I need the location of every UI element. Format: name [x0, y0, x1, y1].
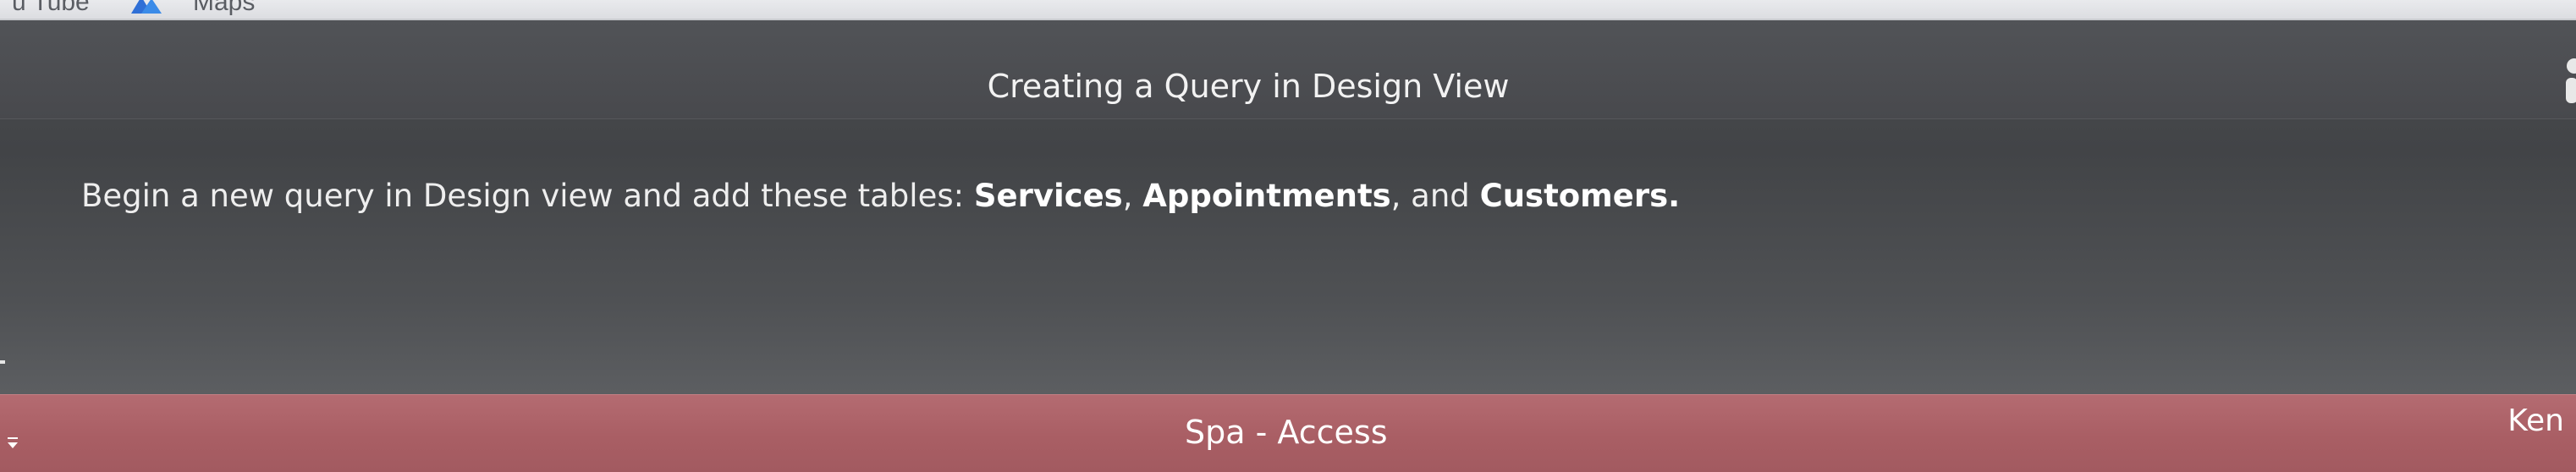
bookmark-maps[interactable]: Maps [193, 0, 255, 17]
table-name-customers: Customers [1479, 178, 1669, 214]
bookmark-youtube[interactable]: u Tube [12, 0, 90, 17]
instruction-period: . [1668, 178, 1681, 214]
browser-bookmarks-bar: u Tube Maps [0, 0, 2576, 20]
edge-mark [0, 360, 5, 364]
maps-icon [131, 0, 162, 14]
table-name-appointments: Appointments [1142, 178, 1391, 214]
customize-quick-access-toolbar-icon[interactable] [5, 434, 20, 453]
instruction-text: Begin a new query in Design view and add… [81, 178, 974, 214]
panel-header: Creating a Query in Design View [0, 20, 2576, 119]
partial-person-icon [2566, 58, 2576, 103]
instruction-panel: Creating a Query in Design View Begin a … [0, 20, 2576, 394]
account-user-name[interactable]: Ken [2507, 403, 2564, 438]
instruction-separator: , [1122, 178, 1143, 214]
panel-title: Creating a Query in Design View [987, 68, 1510, 105]
access-title-bar: Spa - Access Ken [0, 394, 2576, 472]
instruction-separator: , and [1390, 178, 1480, 214]
table-name-services: Services [973, 178, 1123, 214]
window-title: Spa - Access [1185, 414, 1388, 451]
task-instruction: Begin a new query in Design view and add… [81, 178, 1680, 214]
screen: u Tube Maps Creating a Query in Design V… [0, 0, 2576, 472]
